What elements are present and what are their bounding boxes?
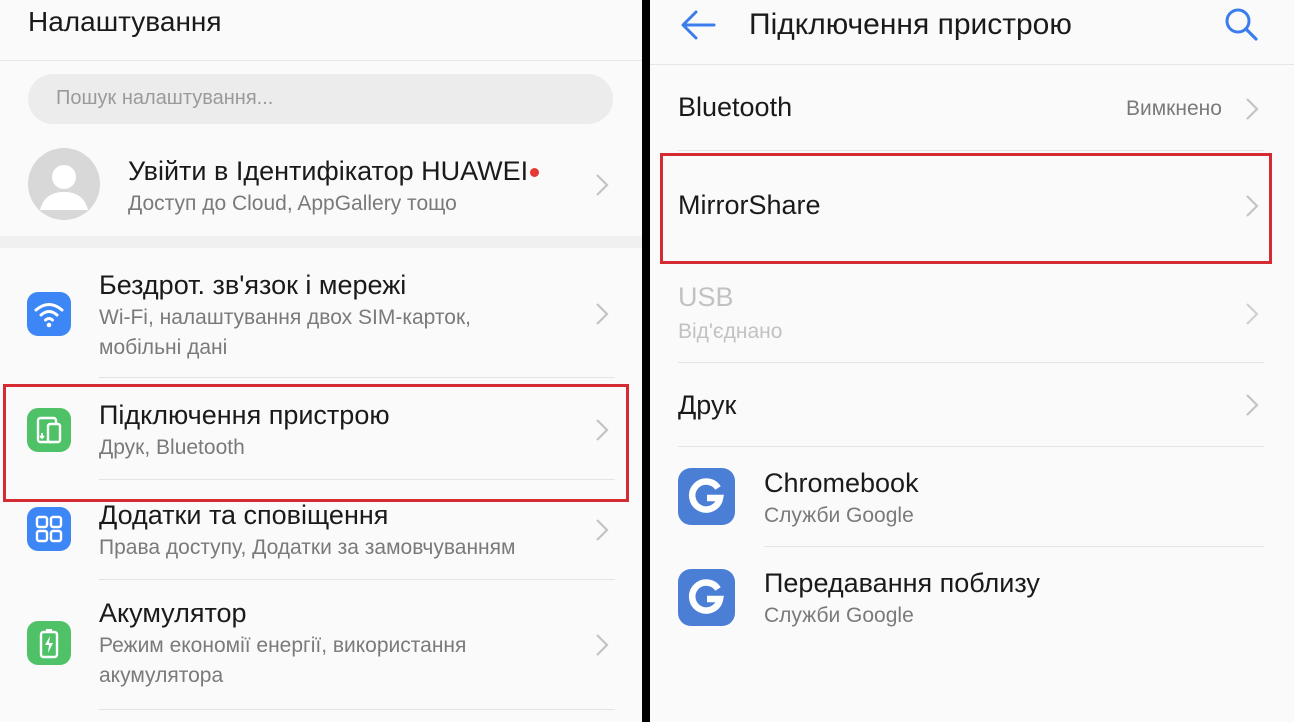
search-button[interactable]: [1223, 6, 1261, 44]
battery-icon: [27, 621, 71, 665]
row-divider: [99, 579, 615, 580]
settings-item-battery[interactable]: Акумулятор Режим економії енергії, викор…: [0, 590, 642, 702]
wireless-subtitle-line1: Wi-Fi, налаштування двох SIM-карток,: [99, 306, 471, 329]
battery-subtitle-line1: Режим економії енергії, використання: [99, 634, 467, 657]
chevron-right-icon: [1245, 302, 1259, 326]
chevron-right-icon: [595, 633, 609, 657]
settings-pane: Налаштування Пошук налаштування... Увійт…: [0, 0, 642, 722]
bluetooth-title: Bluetooth: [678, 92, 793, 122]
usb-subtitle: Від'єднано: [678, 320, 783, 343]
avatar-placeholder-icon: [40, 165, 88, 210]
wifi-icon: [27, 292, 71, 336]
highlight-box: [660, 153, 1272, 264]
huawei-id-subtitle: Доступ до Cloud, AppGallery тощо: [128, 192, 457, 215]
settings-item-wireless[interactable]: Бездрот. зв'язок і мережі Wi-Fi, налашту…: [0, 258, 642, 374]
settings-item-apps[interactable]: Додатки та сповіщення Права доступу, Дод…: [0, 494, 642, 574]
connection-item-print[interactable]: Друк: [650, 364, 1294, 446]
row-divider: [678, 150, 1264, 151]
chevron-right-icon: [1245, 393, 1259, 417]
bluetooth-status: Вимкнено: [1126, 97, 1222, 120]
battery-title: Акумулятор: [99, 598, 247, 628]
chromebook-title: Chromebook: [764, 468, 919, 498]
header-divider: [650, 64, 1294, 65]
chromebook-subtitle: Служби Google: [764, 504, 914, 527]
chevron-right-icon: [595, 518, 609, 542]
usb-title: USB: [678, 282, 734, 312]
header-divider: [0, 60, 642, 61]
nearby-share-subtitle: Служби Google: [764, 604, 914, 627]
chevron-right-icon: [1245, 97, 1259, 121]
back-arrow-icon: [681, 10, 716, 40]
google-g-icon: [678, 569, 735, 626]
row-divider: [678, 362, 1264, 363]
page-title: Налаштування: [28, 6, 222, 37]
row-divider: [99, 377, 615, 378]
google-g-icon: [678, 468, 735, 525]
back-button[interactable]: [678, 8, 722, 42]
nearby-share-title: Передавання поблизу: [764, 568, 1040, 598]
apps-subtitle: Права доступу, Додатки за замовчуванням: [99, 536, 516, 559]
chevron-right-icon: [595, 302, 609, 326]
huawei-id-row[interactable]: Увійти в Ідентифікатор HUAWEI Доступ до …: [0, 136, 642, 232]
search-icon: [1225, 8, 1258, 41]
connection-item-usb: USB Від'єднано: [650, 270, 1294, 362]
wireless-title: Бездрот. зв'язок і мережі: [99, 270, 407, 300]
device-connection-pane: Підключення пристрою Bluetooth Вимкнено …: [650, 0, 1294, 722]
section-separator: [0, 236, 642, 248]
apps-grid-icon: [27, 507, 71, 551]
search-placeholder: Пошук налаштування...: [56, 87, 274, 109]
connection-item-nearby-share[interactable]: Передавання поблизу Служби Google: [650, 550, 1294, 646]
huawei-id-title: Увійти в Ідентифікатор HUAWEI: [128, 156, 529, 186]
print-title: Друк: [678, 390, 737, 420]
row-divider: [678, 446, 1264, 447]
row-divider: [99, 709, 615, 710]
chevron-right-icon: [595, 173, 609, 197]
page-title: Підключення пристрою: [749, 8, 1072, 41]
connection-item-chromebook[interactable]: Chromebook Служби Google: [650, 450, 1294, 546]
connection-item-bluetooth[interactable]: Bluetooth Вимкнено: [650, 68, 1294, 150]
battery-subtitle-line2: акумулятора: [99, 664, 224, 687]
highlight-box: [3, 384, 629, 502]
search-field[interactable]: Пошук налаштування...: [28, 74, 613, 124]
avatar: [28, 148, 100, 220]
apps-title: Додатки та сповіщення: [99, 500, 389, 530]
row-divider: [764, 546, 1264, 547]
notification-dot: [530, 168, 539, 177]
wireless-subtitle-line2: мобільні дані: [99, 336, 228, 359]
